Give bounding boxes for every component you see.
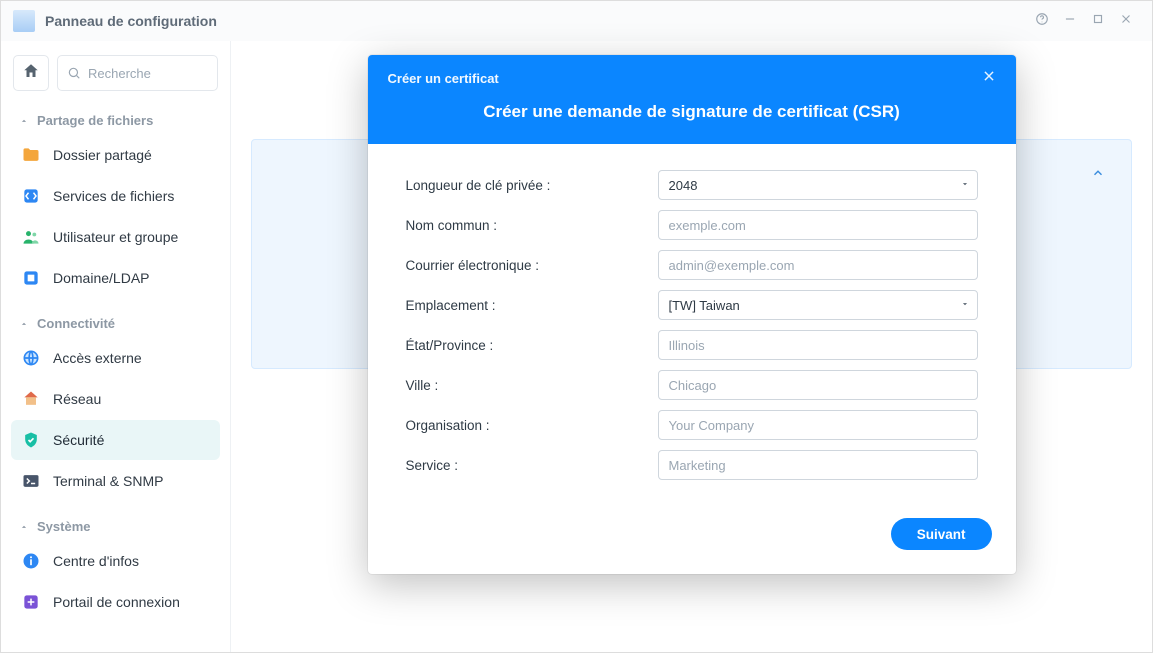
section-header-system[interactable]: Système	[9, 513, 222, 540]
terminal-icon	[21, 471, 41, 491]
shield-icon	[21, 430, 41, 450]
info-icon	[21, 551, 41, 571]
label-org: Organisation :	[406, 418, 658, 433]
minimize-icon	[1063, 12, 1077, 31]
maximize-icon	[1091, 12, 1105, 31]
search-input[interactable]	[57, 55, 218, 91]
city-input[interactable]	[658, 370, 978, 400]
folder-icon	[21, 145, 41, 165]
chevron-down-icon	[19, 316, 29, 331]
sidebar-item-login-portal[interactable]: Portail de connexion	[11, 582, 220, 622]
sidebar-item-security[interactable]: Sécurité	[11, 420, 220, 460]
common-name-input[interactable]	[658, 210, 978, 240]
modal-overlay: Créer un certificat Créer une demande de…	[231, 41, 1152, 652]
sidebar-item-shared-folder[interactable]: Dossier partagé	[11, 135, 220, 175]
users-icon	[21, 227, 41, 247]
modal-title-small: Créer un certificat	[388, 71, 499, 86]
location-select[interactable]: [TW] Taiwan	[658, 290, 978, 320]
label-location: Emplacement :	[406, 298, 658, 313]
sidebar-item-label: Services de fichiers	[53, 188, 174, 204]
section-label: Connectivité	[37, 316, 115, 331]
label-dept: Service :	[406, 458, 658, 473]
sidebar-item-label: Terminal & SNMP	[53, 473, 163, 489]
close-window-button[interactable]	[1112, 7, 1140, 35]
modal-close-button[interactable]	[982, 69, 996, 88]
home-button[interactable]	[13, 55, 49, 91]
modal-footer: Suivant	[368, 500, 1016, 574]
network-icon	[21, 389, 41, 409]
next-button[interactable]: Suivant	[891, 518, 992, 550]
sidebar-item-label: Accès externe	[53, 350, 142, 366]
sidebar-item-file-services[interactable]: Services de fichiers	[11, 176, 220, 216]
file-services-icon	[21, 186, 41, 206]
sidebar-item-label: Utilisateur et groupe	[53, 229, 178, 245]
help-button[interactable]	[1028, 7, 1056, 35]
organisation-input[interactable]	[658, 410, 978, 440]
globe-icon	[21, 348, 41, 368]
sidebar-item-domain-ldap[interactable]: Domaine/LDAP	[11, 258, 220, 298]
label-state: État/Province :	[406, 338, 658, 353]
department-input[interactable]	[658, 450, 978, 480]
titlebar: Panneau de configuration	[1, 1, 1152, 41]
sidebar: Partage de fichiers Dossier partagé Serv…	[1, 41, 231, 652]
label-city: Ville :	[406, 378, 658, 393]
chevron-down-icon	[19, 113, 29, 128]
minimize-button[interactable]	[1056, 7, 1084, 35]
label-email: Courrier électronique :	[406, 258, 658, 273]
search-wrap	[57, 55, 218, 91]
domain-icon	[21, 268, 41, 288]
modal-header: Créer un certificat Créer une demande de…	[368, 55, 1016, 144]
app-icon	[13, 10, 35, 32]
sidebar-item-user-group[interactable]: Utilisateur et groupe	[11, 217, 220, 257]
portal-icon	[21, 592, 41, 612]
email-input[interactable]	[658, 250, 978, 280]
sidebar-item-label: Dossier partagé	[53, 147, 152, 163]
label-key-length: Longueur de clé privée :	[406, 178, 658, 193]
maximize-button[interactable]	[1084, 7, 1112, 35]
window-title: Panneau de configuration	[45, 13, 217, 29]
modal-body: Longueur de clé privée : 2048 Nom commun…	[368, 144, 1016, 500]
modal-title-big: Créer une demande de signature de certif…	[368, 96, 1016, 144]
state-input[interactable]	[658, 330, 978, 360]
section-header-connectivity[interactable]: Connectivité	[9, 310, 222, 337]
sidebar-item-label: Réseau	[53, 391, 101, 407]
sidebar-item-info-center[interactable]: Centre d'infos	[11, 541, 220, 581]
sidebar-item-label: Sécurité	[53, 432, 104, 448]
sidebar-item-external-access[interactable]: Accès externe	[11, 338, 220, 378]
home-icon	[22, 62, 40, 85]
search-icon	[67, 66, 81, 80]
section-header-files[interactable]: Partage de fichiers	[9, 107, 222, 134]
sidebar-item-label: Domaine/LDAP	[53, 270, 150, 286]
sidebar-item-label: Portail de connexion	[53, 594, 180, 610]
help-icon	[1035, 12, 1049, 31]
main: ynology Drive erver-dovecot, Créer un ce…	[231, 41, 1152, 652]
chevron-down-icon	[19, 519, 29, 534]
close-icon	[1119, 12, 1133, 31]
key-length-select[interactable]: 2048	[658, 170, 978, 200]
sidebar-item-network[interactable]: Réseau	[11, 379, 220, 419]
create-certificate-modal: Créer un certificat Créer une demande de…	[368, 55, 1016, 574]
close-icon	[982, 70, 996, 87]
sidebar-item-terminal-snmp[interactable]: Terminal & SNMP	[11, 461, 220, 501]
sidebar-item-label: Centre d'infos	[53, 553, 139, 569]
section-label: Système	[37, 519, 90, 534]
label-common-name: Nom commun :	[406, 218, 658, 233]
section-label: Partage de fichiers	[37, 113, 153, 128]
